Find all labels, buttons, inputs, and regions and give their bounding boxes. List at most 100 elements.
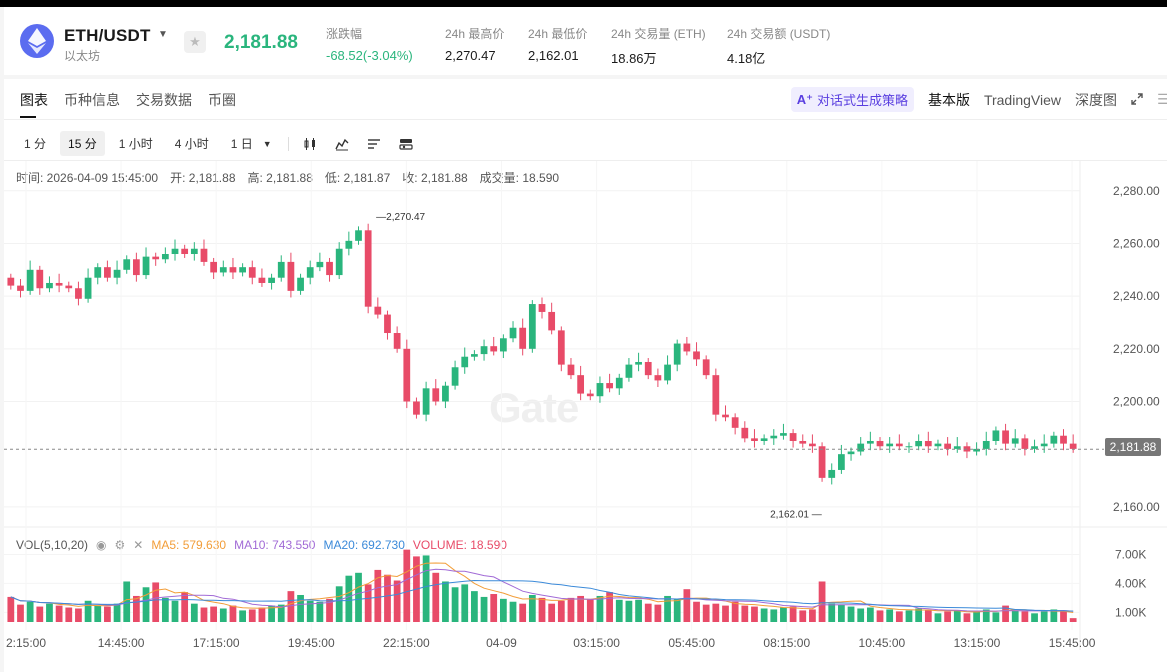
candle-body [586, 393, 594, 397]
time-tick: 05:45:00 [668, 636, 715, 650]
candle-body [1002, 430, 1009, 444]
volume-bar [297, 594, 304, 622]
volume-bar [1021, 611, 1029, 622]
candle-body [403, 348, 411, 402]
candle-body [528, 304, 536, 349]
volume-bar [239, 610, 246, 622]
candle-body [461, 356, 469, 368]
candle-body [374, 306, 382, 315]
candle-body [519, 327, 527, 349]
volume-bar [644, 603, 652, 622]
candle-body [17, 285, 24, 291]
volume-bar [384, 574, 391, 622]
volume-bar [731, 601, 739, 622]
volume-bar [683, 589, 691, 622]
candle-body [268, 277, 275, 283]
candle-body [548, 311, 556, 331]
volume-bar [780, 607, 787, 622]
volume-bar [866, 607, 874, 622]
volume-bar [924, 610, 932, 622]
time-tick: 22:15:00 [383, 636, 430, 650]
volume-bar [673, 598, 681, 622]
candle-body [1069, 443, 1077, 449]
candle-body [509, 327, 517, 339]
volume-bar [46, 603, 53, 622]
volume-bar [548, 603, 556, 622]
time-tick: 13:15:00 [954, 636, 1001, 650]
time-tick: 03:15:00 [573, 636, 620, 650]
volume-bar [181, 592, 189, 622]
volume-bar [789, 606, 797, 622]
candle-body [471, 354, 478, 357]
volume-bar [442, 581, 449, 622]
candle-body [277, 261, 285, 278]
volume-bar [1011, 610, 1019, 622]
candle-body [171, 248, 179, 255]
candle-body [654, 375, 662, 381]
volume-tick: 1.00K [1115, 605, 1146, 619]
candle-body [857, 443, 865, 452]
volume-bar [55, 605, 63, 622]
candle-body [152, 256, 160, 260]
volume-bar [915, 608, 923, 622]
candle-body [306, 267, 314, 278]
candle-body [596, 383, 604, 397]
time-tick: 08:15:00 [763, 636, 810, 650]
volume-bar [258, 607, 266, 622]
candle-body [132, 259, 140, 276]
candle-body [644, 361, 652, 376]
candle-body [26, 269, 34, 291]
time-tick: 10:45:00 [859, 636, 906, 650]
volume-bar [557, 600, 565, 622]
volume-bar [770, 609, 778, 622]
volume-bar [838, 604, 845, 622]
candle-body [895, 443, 903, 447]
candle-body [799, 440, 807, 444]
volume-bar [461, 584, 469, 622]
volume-bar [905, 610, 913, 622]
price-tick: 2,260.00 [1113, 236, 1160, 250]
candle-body [606, 383, 613, 389]
volume-bar [1031, 613, 1038, 622]
last-price-tag: 2,181.88 [1105, 438, 1161, 456]
time-tick: 04-09 [486, 636, 517, 650]
candle-body [828, 469, 836, 478]
candle-body [751, 438, 758, 441]
candle-body [731, 417, 739, 428]
volume-bar [596, 595, 604, 622]
volume-bar [973, 611, 980, 622]
candle-body [335, 248, 343, 276]
candle-body [886, 443, 894, 447]
candle-body [866, 440, 874, 444]
volume-bar [403, 549, 411, 622]
candle-body [915, 440, 923, 447]
candle-body [567, 364, 575, 376]
candlestick-chart[interactable]: 2,280.00 2,260.00 2,240.00 2,220.00 2,200.00… [0, 0, 1167, 672]
candle-body [557, 330, 565, 365]
volume-bar [113, 603, 121, 622]
volume-bar [519, 603, 527, 622]
candle-body [1021, 438, 1029, 449]
candle-body [104, 267, 111, 278]
volume-bar [577, 595, 585, 622]
candle-body [673, 343, 681, 365]
volume-bar [123, 581, 131, 622]
candle-body [75, 288, 82, 299]
volume-bar [567, 597, 575, 622]
price-tick: 2,280.00 [1113, 184, 1160, 198]
volume-bar [625, 600, 633, 622]
candle-body [355, 230, 362, 241]
volume-bar [335, 586, 343, 622]
volume-bar [886, 609, 894, 622]
volume-bar [26, 601, 34, 622]
volume-bar [7, 596, 15, 622]
volume-bar [36, 606, 44, 622]
volume-bar [934, 613, 942, 622]
candle-body [818, 446, 826, 478]
volume-bar [210, 606, 218, 622]
volume-bar [422, 555, 430, 622]
volume-bar [799, 610, 807, 622]
candle-body [200, 248, 208, 262]
volume-bar [393, 580, 401, 622]
volume-bar [992, 612, 1000, 622]
